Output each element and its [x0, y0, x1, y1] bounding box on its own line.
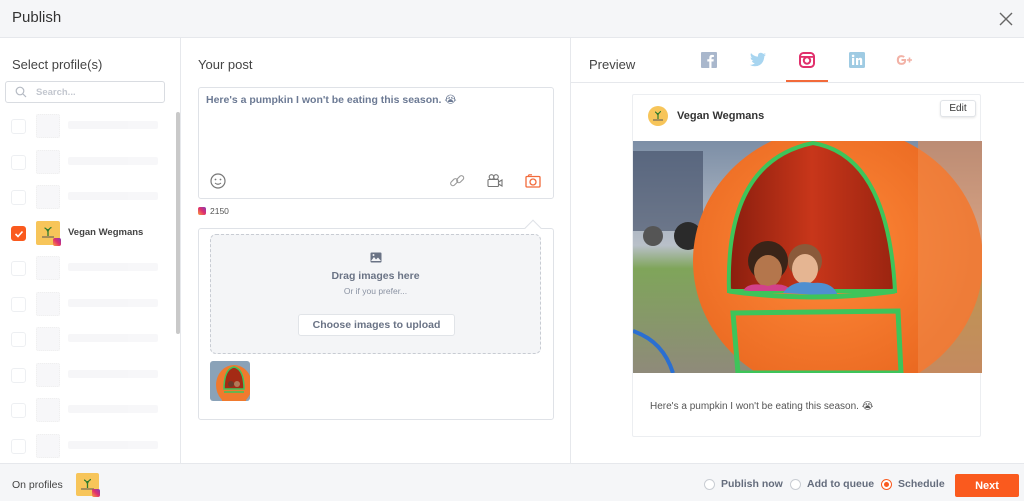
- preview-heading: Preview: [589, 57, 636, 72]
- profile-checkbox[interactable]: [11, 403, 26, 418]
- your-post-heading: Your post: [198, 57, 253, 72]
- publish-dialog: Publish Select profile(s) Vegan Wegmans …: [0, 0, 1024, 501]
- profile-list-scrollbar[interactable]: [176, 112, 180, 334]
- profile-checkbox[interactable]: [11, 119, 26, 134]
- camera-icon[interactable]: [524, 172, 542, 190]
- profile-row[interactable]: Vegan Wegmans: [0, 217, 175, 251]
- profile-name: [68, 334, 158, 342]
- profile-name: [68, 156, 158, 165]
- profile-row[interactable]: [0, 110, 175, 144]
- profile-search[interactable]: [5, 81, 165, 103]
- link-icon[interactable]: [448, 172, 466, 190]
- image-upload-panel: Drag images here Or if you prefer... Cho…: [198, 219, 554, 420]
- profile-row[interactable]: [0, 181, 175, 215]
- facebook-icon[interactable]: [694, 52, 724, 82]
- profile-row[interactable]: [0, 323, 175, 357]
- profile-avatar: [36, 114, 60, 138]
- profile-selector: Select profile(s) Vegan Wegmans: [0, 38, 181, 463]
- checkmark-icon: [14, 230, 24, 238]
- instagram-badge-icon: [53, 237, 61, 246]
- profile-name: [68, 405, 158, 413]
- profile-avatar: [648, 106, 668, 126]
- profile-avatar: [36, 220, 61, 246]
- profile-avatar: [36, 433, 60, 458]
- instagram-icon: [198, 207, 206, 215]
- profile-name: [68, 369, 158, 378]
- profile-name: [68, 121, 158, 129]
- profile-avatar: [36, 398, 60, 422]
- preview-caption: Here's a pumpkin I won't be eating this …: [650, 401, 874, 412]
- post-textarea[interactable]: Here's a pumpkin I won't be eating this …: [198, 87, 554, 199]
- profile-checkbox[interactable]: [11, 190, 26, 205]
- profile-row[interactable]: [0, 394, 175, 428]
- select-profiles-heading: Select profile(s): [12, 57, 103, 72]
- dropzone-subtitle: Or if you prefer...: [343, 286, 408, 296]
- character-count-value: 2150: [210, 206, 229, 216]
- emoji-icon[interactable]: [209, 172, 227, 190]
- dialog-header: Publish: [0, 0, 1024, 38]
- preview-panel: Preview Vegan Wegmans Edit Here's a pump…: [571, 38, 1024, 463]
- profile-name: [68, 263, 158, 271]
- radio-indicator[interactable]: [881, 479, 892, 490]
- search-icon: [15, 86, 27, 98]
- next-button[interactable]: Next: [955, 474, 1019, 497]
- image-icon: [370, 252, 382, 263]
- profile-name: Vegan Wegmans: [68, 226, 144, 238]
- radio-label[interactable]: Publish now: [721, 478, 783, 490]
- character-count: 2150: [198, 206, 229, 216]
- profile-row[interactable]: [0, 288, 175, 322]
- twitter-icon[interactable]: [743, 52, 773, 82]
- search-input[interactable]: [36, 84, 156, 100]
- radio-label[interactable]: Schedule: [898, 478, 945, 490]
- attached-image-thumbnail[interactable]: [210, 361, 250, 401]
- profile-name: [68, 440, 158, 449]
- profile-row[interactable]: [0, 252, 175, 286]
- preview-post-image: [633, 141, 982, 373]
- profile-row[interactable]: [0, 146, 175, 180]
- profile-row[interactable]: [0, 359, 175, 393]
- choose-images-button[interactable]: Choose images to upload: [298, 314, 455, 336]
- profile-row[interactable]: [0, 430, 175, 464]
- post-composer: Your post Here's a pumpkin I won't be ea…: [181, 38, 571, 463]
- radio-indicator[interactable]: [790, 479, 801, 490]
- close-icon[interactable]: [996, 9, 1016, 29]
- profile-name: [68, 192, 158, 200]
- linkedin-icon[interactable]: [842, 52, 872, 82]
- selected-profile-avatar[interactable]: [76, 473, 100, 497]
- profile-checkbox[interactable]: [11, 261, 26, 276]
- instagram-badge-icon: [92, 489, 100, 497]
- profile-list: Vegan Wegmans: [0, 110, 178, 463]
- profile-avatar: [36, 185, 60, 209]
- edit-button[interactable]: Edit: [940, 100, 976, 117]
- profile-avatar: [36, 149, 60, 174]
- profile-checkbox[interactable]: [11, 296, 26, 312]
- profile-checkbox[interactable]: [11, 154, 26, 170]
- network-tabs: Preview: [571, 38, 1024, 83]
- profile-avatar: [36, 327, 60, 351]
- profile-checkbox[interactable]: [11, 367, 26, 383]
- profile-checkbox[interactable]: [11, 225, 26, 241]
- instagram-icon[interactable]: [786, 52, 828, 82]
- profile-avatar: [36, 291, 60, 316]
- video-icon[interactable]: [486, 172, 504, 190]
- radio-label[interactable]: Add to queue: [807, 478, 874, 490]
- profile-avatar: [36, 362, 60, 387]
- dialog-footer: On profiles Publish now Add to queue Sch…: [0, 463, 1024, 501]
- post-text[interactable]: Here's a pumpkin I won't be eating this …: [206, 94, 536, 106]
- preview-profile-name: Vegan Wegmans: [677, 110, 765, 122]
- google-plus-icon[interactable]: [890, 52, 920, 82]
- profile-checkbox[interactable]: [11, 438, 26, 454]
- profile-checkbox[interactable]: [11, 332, 26, 347]
- on-profiles-label: On profiles: [12, 479, 63, 491]
- instagram-preview-card: Vegan Wegmans Edit Here's a pumpkin I wo…: [632, 94, 982, 437]
- image-dropzone[interactable]: Drag images here Or if you prefer... Cho…: [210, 234, 541, 354]
- dialog-title: Publish: [12, 9, 62, 26]
- radio-indicator[interactable]: [704, 479, 715, 490]
- profile-avatar: [36, 256, 60, 280]
- dropzone-title: Drag images here: [331, 270, 420, 282]
- profile-name: [68, 298, 158, 307]
